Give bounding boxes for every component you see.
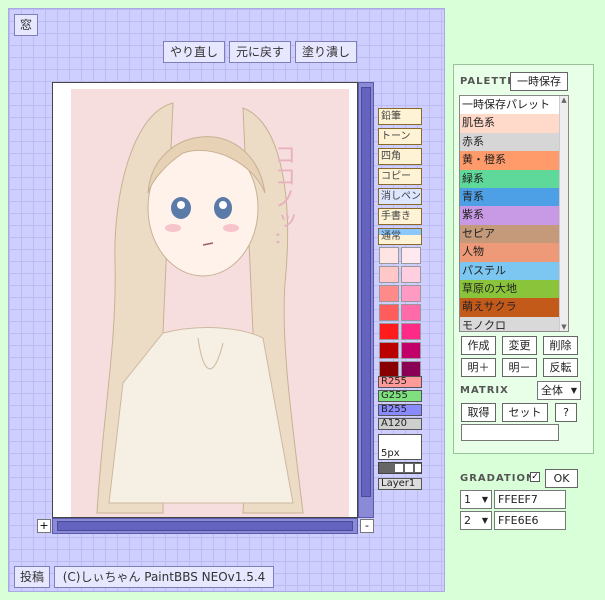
palette-item[interactable]: 肌色系 — [460, 114, 568, 133]
palette-item[interactable]: パステル — [460, 261, 568, 280]
palette-title: PALETTE — [460, 76, 516, 87]
scroll-down-arrow-icon[interactable]: ▼ — [560, 323, 568, 331]
color-swatch[interactable] — [379, 304, 399, 321]
line-width-selector[interactable] — [378, 462, 422, 474]
vertical-scroll-thumb[interactable] — [361, 87, 371, 497]
invert-button[interactable]: 反転 — [543, 358, 578, 377]
drawing-canvas[interactable]: ココノッ‥ — [52, 82, 358, 518]
palette-change-button[interactable]: 変更 — [502, 336, 537, 355]
lighten-button[interactable]: 明＋ — [461, 358, 496, 377]
brush-size-label: 5px — [381, 448, 400, 459]
gradation-color-field-2[interactable]: FFE6E6 — [494, 511, 566, 530]
fill-button[interactable]: 塗り潰し — [295, 41, 357, 63]
palette-item[interactable]: 青系 — [460, 187, 568, 207]
post-button[interactable]: 投稿 — [14, 566, 50, 588]
vertical-scrollbar[interactable] — [358, 82, 374, 518]
color-swatch[interactable] — [401, 285, 421, 302]
tool-normal-mode[interactable]: 通常 — [378, 228, 422, 245]
tool-tone[interactable]: トーン — [378, 128, 422, 145]
matrix-help-button[interactable]: ? — [555, 403, 577, 422]
palette-item[interactable]: 黄・橙系 — [460, 151, 568, 170]
red-slider[interactable]: R255 — [378, 376, 422, 388]
palette-item[interactable]: 草原の大地 — [460, 279, 568, 299]
canvas-handwritten-text: ココノッ‥ — [271, 143, 296, 246]
color-swatch[interactable] — [401, 266, 421, 283]
palette-item[interactable]: 緑系 — [460, 169, 568, 188]
palette-list[interactable]: 一時保存パレット 肌色系 赤系 黄・橙系 緑系 青系 紫系 セピア 人物 パステ… — [459, 95, 569, 332]
chevron-down-icon: ▼ — [570, 386, 577, 395]
gradation-index-1: 1 — [464, 493, 471, 506]
color-swatch[interactable] — [379, 323, 399, 340]
redo-button[interactable]: やり直し — [163, 41, 225, 63]
palette-item[interactable]: 赤系 — [460, 132, 568, 152]
matrix-title: MATRIX — [460, 385, 509, 396]
blue-slider[interactable]: B255 — [378, 404, 422, 416]
color-swatch[interactable] — [401, 323, 421, 340]
brush-size-box[interactable]: 5px — [378, 434, 422, 460]
gradation-index-select-2[interactable]: 2 ▼ — [460, 511, 492, 530]
color-swatch[interactable] — [401, 247, 421, 264]
matrix-scope-value: 全体 — [541, 384, 563, 397]
gradation-title: GRADATION — [460, 473, 536, 484]
tool-rectangle[interactable]: 四角 — [378, 148, 422, 165]
layer-box[interactable]: Layer1 — [378, 478, 422, 490]
color-swatch[interactable] — [379, 266, 399, 283]
palette-delete-button[interactable]: 削除 — [543, 336, 578, 355]
alpha-slider[interactable]: A120 — [378, 418, 422, 430]
gradation-index-select-1[interactable]: 1 ▼ — [460, 490, 492, 509]
gradation-index-2: 2 — [464, 514, 471, 527]
illustration: ココノッ‥ — [53, 83, 357, 517]
matrix-scope-select[interactable]: 全体 ▼ — [537, 381, 581, 400]
window-toggle-button[interactable]: 窓 — [14, 14, 38, 36]
tool-handwriting[interactable]: 手書き — [378, 208, 422, 225]
gradation-ok-button[interactable]: OK — [545, 469, 578, 488]
zoom-out-button[interactable]: - — [360, 519, 374, 533]
palette-create-button[interactable]: 作成 — [461, 336, 496, 355]
horizontal-scrollbar[interactable] — [52, 518, 358, 534]
palette-item[interactable]: 一時保存パレット — [460, 96, 568, 115]
darken-button[interactable]: 明－ — [502, 358, 537, 377]
tool-pencil[interactable]: 鉛筆 — [378, 108, 422, 125]
chevron-down-icon: ▼ — [481, 516, 488, 525]
matrix-set-button[interactable]: セット — [502, 403, 548, 422]
chevron-down-icon: ▼ — [481, 495, 488, 504]
palette-list-scrollbar[interactable]: ▲ ▼ — [559, 96, 568, 331]
zoom-in-button[interactable]: + — [37, 519, 51, 533]
gradation-color-field-1[interactable]: FFEEF7 — [494, 490, 566, 509]
credit-button[interactable]: (C)しぃちゃん PaintBBS NEOv1.5.4 — [54, 566, 274, 588]
tool-copy[interactable]: コピー — [378, 168, 422, 185]
matrix-get-button[interactable]: 取得 — [461, 403, 496, 422]
palette-item[interactable]: セピア — [460, 224, 568, 244]
undo-button[interactable]: 元に戻す — [229, 41, 291, 63]
tool-eraser-pen[interactable]: 消しペン — [378, 188, 422, 205]
scroll-up-arrow-icon[interactable]: ▲ — [560, 96, 568, 104]
palette-item[interactable]: モノクロ — [460, 316, 568, 331]
temp-save-button[interactable]: 一時保存 — [510, 72, 568, 91]
color-swatch[interactable] — [379, 285, 399, 302]
gradation-checkbox[interactable]: ✓ — [530, 472, 540, 482]
palette-item[interactable]: 紫系 — [460, 206, 568, 225]
matrix-textarea[interactable] — [461, 424, 559, 441]
horizontal-scroll-thumb[interactable] — [57, 521, 353, 531]
color-swatch[interactable] — [401, 304, 421, 321]
color-swatch[interactable] — [379, 247, 399, 264]
palette-item[interactable]: 萌えサクラ — [460, 298, 568, 317]
color-swatch[interactable] — [379, 342, 399, 359]
green-slider[interactable]: G255 — [378, 390, 422, 402]
color-swatch[interactable] — [401, 342, 421, 359]
palette-item[interactable]: 人物 — [460, 243, 568, 262]
